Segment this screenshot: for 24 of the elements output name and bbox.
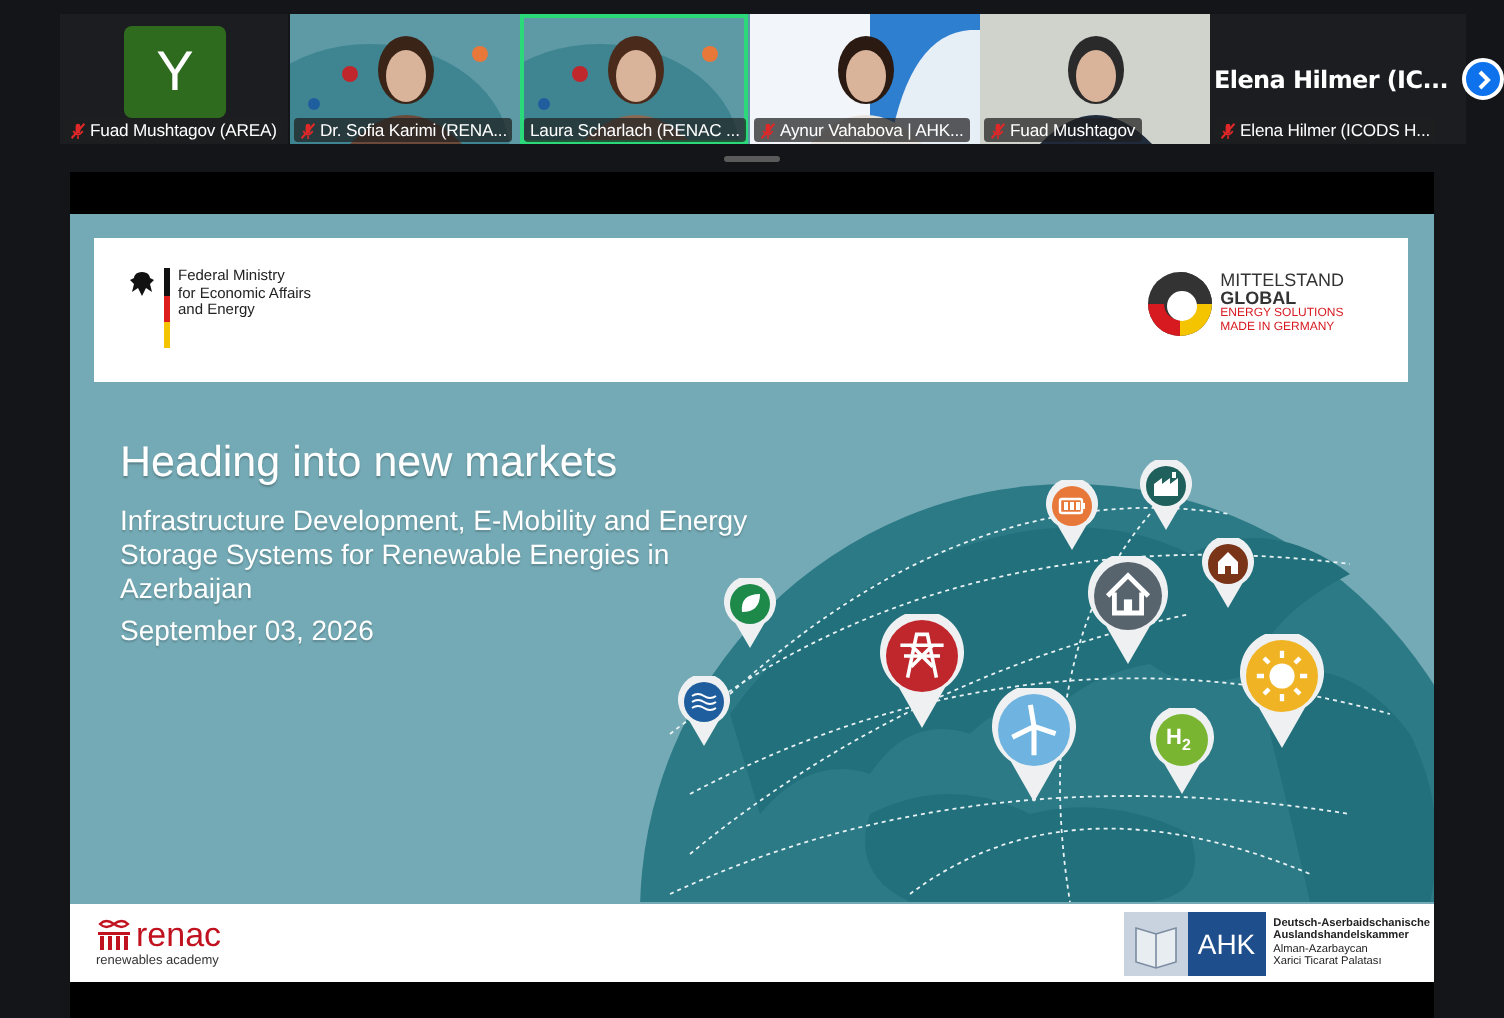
- participant-name: Fuad Mushtagov: [1010, 120, 1136, 140]
- slide-title: Heading into new markets: [120, 438, 620, 488]
- participant-name: Fuad Mushtagov (AREA): [90, 120, 277, 140]
- partner-name: MITTELSTAND GLOBAL: [1220, 272, 1344, 308]
- hydrogen-pin-icon: [1150, 708, 1214, 794]
- flag-stripe-icon: [164, 268, 170, 348]
- avatar: Y: [124, 26, 226, 118]
- pin-label: H$_{2}$: [1166, 726, 1191, 759]
- book-icon: [1123, 911, 1188, 975]
- ring-logo-icon: [1146, 270, 1215, 338]
- renac-logo-text: renac: [136, 918, 222, 952]
- participant-name: Aynur Vahabova | AHK...: [780, 120, 964, 140]
- pillar-icon: [96, 918, 132, 952]
- name-label: Laura Scharlach (RENAC ...: [524, 118, 746, 142]
- participant-name: Dr. Sofia Karimi (RENA...: [320, 120, 507, 140]
- drag-handle[interactable]: [724, 155, 780, 161]
- next-page-button[interactable]: [1462, 58, 1504, 100]
- chevron-right-icon: [1473, 67, 1493, 91]
- ahk-badge: AHK: [1187, 911, 1266, 975]
- slide-date: September 03, 2026: [120, 614, 376, 646]
- slide-subtitle: Infrastructure Development, E-Mobility and Energy Storage Systems for Renewable Energies in Azerbaijan: [120, 504, 750, 606]
- leaf-pin-icon: [724, 578, 776, 648]
- participant-name: Elena Hilmer (ICODS H...: [1240, 120, 1431, 140]
- participant-name: Elena Hilmer (IC...: [1214, 66, 1451, 94]
